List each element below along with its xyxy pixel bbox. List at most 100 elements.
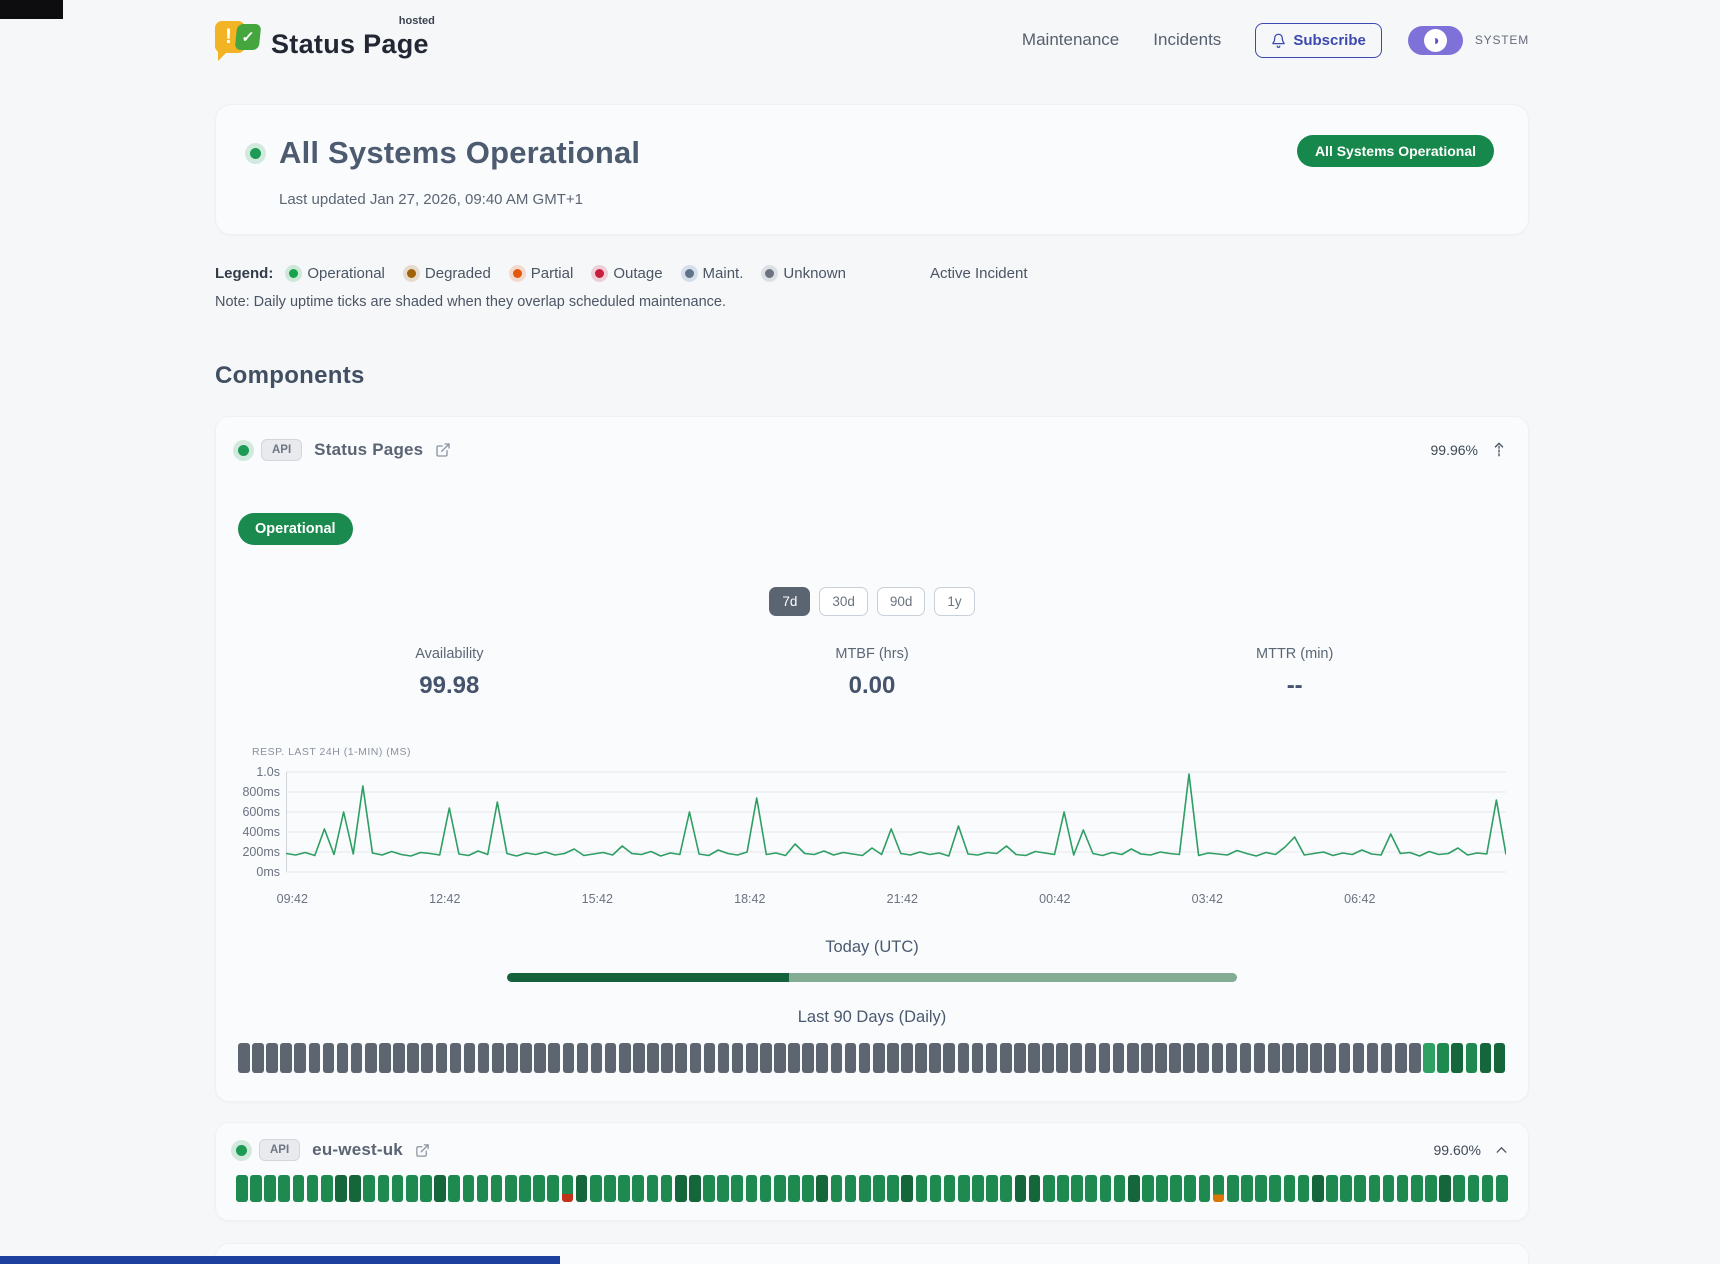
uptime-tick[interactable] [294,1043,306,1073]
uptime-tick[interactable] [618,1175,630,1202]
uptime-tick[interactable] [477,1175,489,1202]
uptime-tick[interactable] [406,1175,418,1202]
uptime-tick[interactable] [349,1175,361,1202]
uptime-tick[interactable] [1156,1175,1168,1202]
uptime-tick[interactable] [972,1043,984,1073]
external-link-icon[interactable] [435,442,451,458]
uptime-tick[interactable] [505,1175,517,1202]
uptime-tick[interactable] [1340,1175,1352,1202]
uptime-tick[interactable] [577,1043,589,1073]
chevron-up-icon[interactable] [1495,1145,1508,1155]
uptime-tick[interactable] [972,1175,984,1202]
uptime-tick[interactable] [1169,1043,1181,1073]
uptime-tick[interactable] [407,1043,419,1073]
uptime-tick[interactable] [1453,1175,1465,1202]
uptime-tick[interactable] [1127,1043,1139,1073]
uptime-tick[interactable] [816,1175,828,1202]
uptime-tick[interactable] [1043,1175,1055,1202]
uptime-tick[interactable] [1494,1043,1506,1073]
uptime-tick[interactable] [250,1175,262,1202]
range-button-7d[interactable]: 7d [769,587,810,616]
uptime-tick[interactable] [492,1043,504,1073]
uptime-tick[interactable] [309,1043,321,1073]
uptime-tick[interactable] [323,1043,335,1073]
uptime-tick[interactable] [1383,1175,1395,1202]
uptime-tick[interactable] [464,1043,476,1073]
uptime-tick[interactable] [605,1043,617,1073]
uptime-tick[interactable] [1099,1043,1111,1073]
uptime-tick[interactable] [392,1175,404,1202]
uptime-tick[interactable] [463,1175,475,1202]
uptime-tick[interactable] [563,1043,575,1073]
uptime-tick[interactable] [816,1043,828,1073]
subscribe-button[interactable]: Subscribe [1255,23,1382,58]
uptime-tick[interactable] [519,1175,531,1202]
uptime-tick[interactable] [436,1043,448,1073]
uptime-tick[interactable] [1282,1043,1294,1073]
uptime-tick[interactable] [661,1043,673,1073]
uptime-tick[interactable] [944,1175,956,1202]
uptime-tick[interactable] [1354,1175,1366,1202]
uptime-tick[interactable] [1114,1175,1126,1202]
uptime-tick[interactable] [337,1043,349,1073]
uptime-tick[interactable] [760,1175,772,1202]
uptime-tick[interactable] [1353,1043,1365,1073]
uptime-tick[interactable] [236,1175,248,1202]
uptime-tick[interactable] [520,1043,532,1073]
uptime-tick[interactable] [958,1043,970,1073]
uptime-tick[interactable] [280,1043,292,1073]
external-link-icon[interactable] [415,1143,430,1158]
uptime-tick[interactable] [1184,1175,1196,1202]
uptime-tick[interactable] [351,1043,363,1073]
uptime-tick[interactable] [1439,1175,1451,1202]
uptime-tick[interactable] [1369,1175,1381,1202]
uptime-tick[interactable] [1367,1043,1379,1073]
uptime-tick[interactable] [1085,1043,1097,1073]
uptime-tick[interactable] [788,1175,800,1202]
uptime-tick[interactable] [718,1043,730,1073]
collapse-arrow-icon[interactable] [1492,442,1506,458]
uptime-tick[interactable] [1409,1043,1421,1073]
uptime-tick[interactable] [238,1043,250,1073]
uptime-tick[interactable] [943,1043,955,1073]
uptime-tick[interactable] [647,1175,659,1202]
uptime-tick[interactable] [689,1175,701,1202]
uptime-tick[interactable] [732,1043,744,1073]
uptime-tick[interactable] [379,1043,391,1073]
uptime-tick[interactable] [1284,1175,1296,1202]
theme-toggle[interactable]: ◑ [1408,26,1463,55]
uptime-tick[interactable] [675,1043,687,1073]
uptime-tick[interactable] [873,1175,885,1202]
uptime-tick[interactable] [1268,1043,1280,1073]
uptime-tick[interactable] [1437,1043,1449,1073]
uptime-tick[interactable] [1070,1043,1082,1073]
uptime-tick[interactable] [576,1175,588,1202]
uptime-tick[interactable] [378,1175,390,1202]
uptime-tick[interactable] [760,1043,772,1073]
uptime-tick[interactable] [1269,1175,1281,1202]
uptime-tick[interactable] [1155,1043,1167,1073]
uptime-tick[interactable] [746,1175,758,1202]
uptime-tick[interactable] [365,1043,377,1073]
uptime-tick[interactable] [1496,1175,1508,1202]
uptime-tick[interactable] [675,1175,687,1202]
uptime-tick[interactable] [1142,1175,1154,1202]
uptime-tick[interactable] [746,1043,758,1073]
uptime-tick[interactable] [887,1043,899,1073]
uptime-tick[interactable] [1042,1043,1054,1073]
uptime-tick[interactable] [1212,1043,1224,1073]
uptime-tick[interactable] [915,1043,927,1073]
uptime-tick[interactable] [1128,1175,1140,1202]
uptime-tick[interactable] [1028,1043,1040,1073]
uptime-tick[interactable] [1029,1175,1041,1202]
uptime-tick[interactable] [986,1043,998,1073]
uptime-tick[interactable] [278,1175,290,1202]
uptime-tick[interactable] [1298,1175,1310,1202]
uptime-tick[interactable] [703,1175,715,1202]
uptime-tick[interactable] [873,1043,885,1073]
uptime-tick[interactable] [1255,1175,1267,1202]
uptime-tick[interactable] [901,1175,913,1202]
uptime-tick[interactable] [1057,1175,1069,1202]
uptime-tick[interactable] [1100,1175,1112,1202]
uptime-tick[interactable] [1015,1175,1027,1202]
